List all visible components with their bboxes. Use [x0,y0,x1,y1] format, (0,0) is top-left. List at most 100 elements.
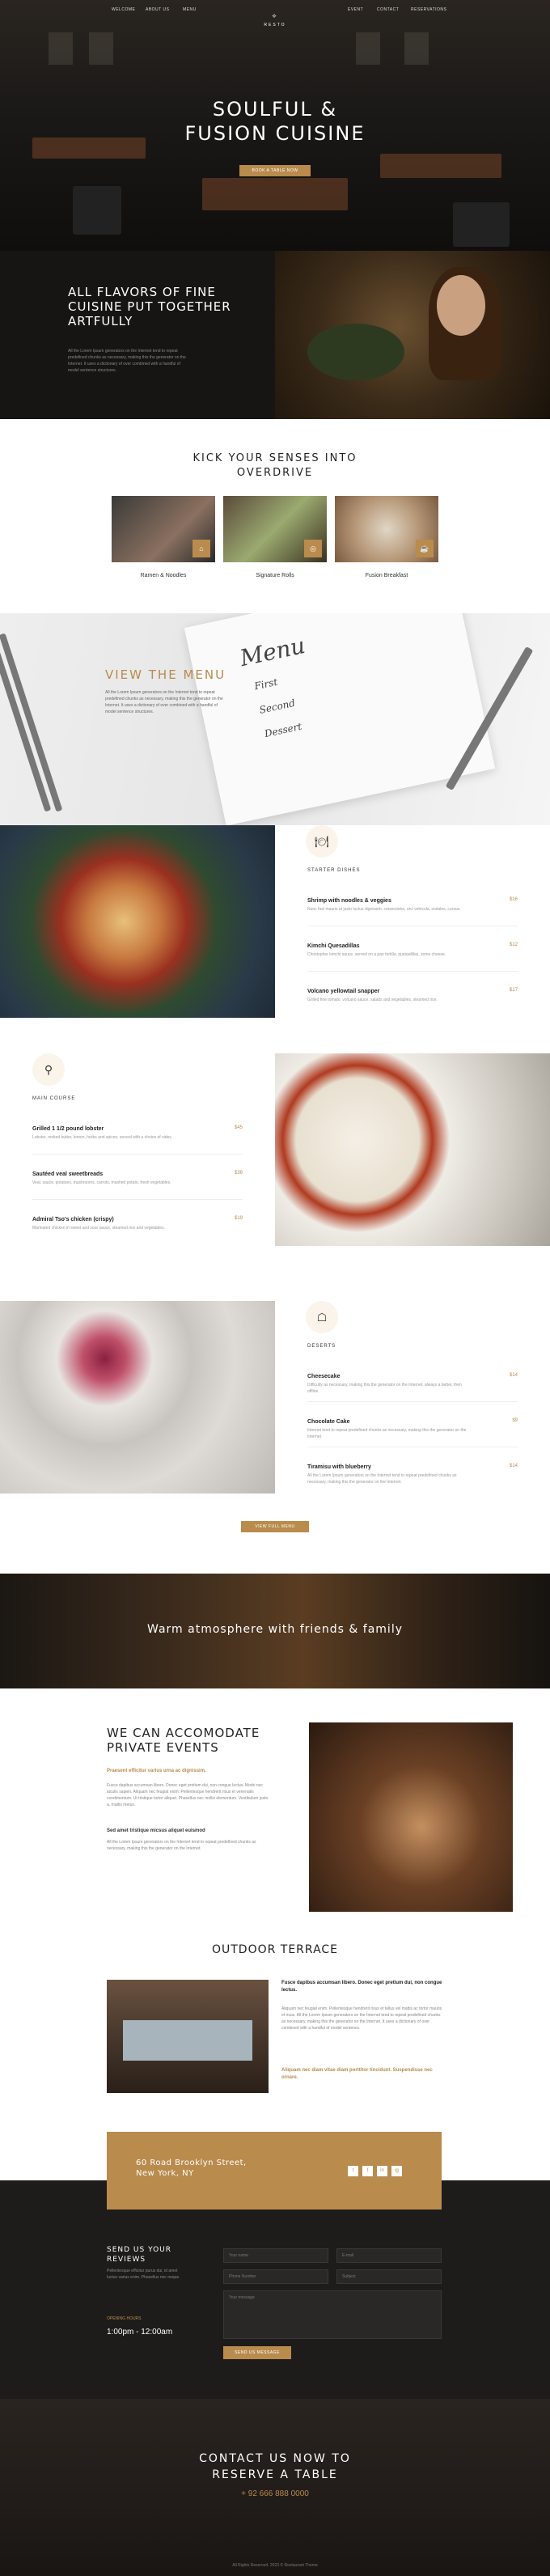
terrace-section: OUTDOOR TERRACE Fusce dapibus accumsan l… [0,1931,550,2133]
divider [307,1401,518,1402]
card-label: Signature Rolls [256,573,294,578]
item-desc: Veal, sauce, potatoes, mushrooms, carrot… [32,1180,171,1185]
hero-title: SOULFUL & FUSION CUISINE [0,97,550,146]
contact-title-line2: RESERVE A TABLE [212,2468,338,2481]
card-label: Ramen & Noodles [140,573,187,578]
events-subtitle: Praesent efficitur varius urna ac dignis… [107,1769,206,1773]
menu-script: Menu [237,631,308,672]
flavors-section: ALL FLAVORS OF FINE CUISINE PUT TOGETHER… [0,251,550,419]
opening-hours: 1:00pm - 12:00am [107,2328,173,2337]
lobster-icon: ⚲ [32,1053,65,1086]
reviews-title-line1: SEND US YOUR [107,2246,172,2254]
menu-title: VIEW THE MENU [105,667,226,682]
reviews-title-line2: REVIEWS [107,2256,146,2264]
view-full-menu-button[interactable]: VIEW FULL MENU [241,1521,309,1532]
item-desc: Internet tend to repeat predefined chunk… [307,1428,467,1439]
card-breakfast[interactable]: ☕ [335,496,438,562]
events-text2: All the Lorem Ipsum generators on the In… [107,1840,256,1851]
nav-reservations[interactable]: RESERVATIONS [411,6,446,13]
item-name: Grilled 1 1/2 pound lobster [32,1126,104,1132]
plate-shape [307,324,404,380]
main-course-image [275,1053,550,1246]
nav-contact[interactable]: CONTACT [377,6,399,13]
main-heading: MAIN COURSE [32,1096,76,1101]
address-line1: 60 Road Brooklyn Street, [136,2159,247,2167]
events-section: WE CAN ACCOMODATE PRIVATE EVENTS Praesen… [0,1688,550,1931]
main-nav: WELCOME ABOUT US MENU ⟡ RESTO EVENT CONTA… [0,6,550,28]
twitter-icon[interactable]: t [348,2166,358,2176]
card-rolls[interactable]: ◎ [223,496,327,562]
window [404,32,429,65]
nav-about[interactable]: ABOUT US [146,6,169,13]
opening-hours-label: OPENING HOURS [107,2316,142,2321]
kick-title: KICK YOUR SENSES INTO OVERDRIVE [0,451,550,481]
item-price: $12 [509,943,518,947]
phone-number[interactable]: + 92 666 888 0000 [0,2488,550,2501]
item-desc: Lobster, melted butter, lemon, herbs and… [32,1135,173,1140]
storefront-window [123,2020,252,2061]
divider [307,971,518,972]
events-title: WE CAN ACCOMODATE PRIVATE EVENTS [107,1726,260,1755]
phone-field[interactable]: Phone Number [223,2269,328,2284]
starter-section: 🍽 STARTER DISHES Shrimp with noodles & v… [0,825,550,1018]
name-field[interactable]: Your name [223,2248,328,2263]
linkedin-icon[interactable]: in [377,2166,387,2176]
item-price: $9 [512,1418,518,1423]
item-desc: Grilled fine tomato, volcano sauce, sala… [307,998,438,1002]
fork-shape [0,633,63,812]
address-line2: New York, NY [136,2169,194,2178]
subject-field[interactable]: Subject [336,2269,442,2284]
instagram-icon[interactable]: ig [391,2166,402,2176]
woman-dining-image [275,251,550,419]
item-price: $14 [509,1373,518,1378]
main-course-section: ⚲ MAIN COURSE Grilled 1 1/2 pound lobste… [0,1053,550,1246]
menu-section: Menu First Second Dessert VIEW THE MENU … [0,613,550,825]
card-label: Fusion Breakfast [365,573,408,578]
terrace-text: Aliquam nec feugiat enim. Pellentesque h… [281,2006,442,2031]
starter-heading: STARTER DISHES [307,868,361,873]
logo-text: RESTO [264,22,286,28]
terrace-title: OUTDOOR TERRACE [211,1943,339,1956]
reviews-section: SEND US YOUR REVIEWS Pellentesque efficit… [0,2180,550,2399]
item-price: $45 [234,1125,243,1130]
cake-icon: ☖ [306,1301,338,1333]
contact-title-line1: CONTACT US NOW TO [199,2452,351,2465]
nav-menu[interactable]: MENU [183,6,197,13]
events-subtitle2: Sed amet tristique micsus aliquet euismo… [107,1828,205,1833]
dining-table [202,178,348,210]
item-name: Shrimp with noodles & veggies [307,898,391,904]
address-band: 60 Road Brooklyn Street, New York, NY t f… [107,2132,442,2210]
item-desc: Difficulty as necessary, making this the… [307,1383,462,1394]
dining-table [380,154,501,178]
private-event-image [309,1722,513,1912]
reviews-title: SEND US YOUR REVIEWS [107,2245,171,2265]
item-name: Volcano yellowtail snapper [307,989,380,994]
events-text: Fusce dapibus accumsan libero. Donec ege… [107,1783,269,1807]
item-desc: Nunc fast mauris ut justo luctus digniss… [307,907,461,912]
nav-event[interactable]: EVENT [348,6,363,13]
address-text: 60 Road Brooklyn Street, New York, NY [136,2158,247,2179]
nav-welcome[interactable]: WELCOME [112,6,135,13]
footer-copyright: All Rights Reserved. 2023 © Restaurant T… [232,2563,318,2568]
kick-title-line1: KICK YOUR SENSES INTO [192,452,358,464]
send-message-button[interactable]: SEND US MESSAGE [223,2346,291,2359]
card-ramen[interactable]: ⌂ [112,496,215,562]
item-name: Cheesecake [307,1374,341,1379]
atmosphere-text: Warm atmosphere with friends & family [147,1623,403,1636]
email-field[interactable]: E-mail [336,2248,442,2263]
menu-script: Dessert [263,720,303,740]
item-name: Kimchi Quesadillas [307,943,360,949]
divider [32,1199,243,1200]
book-table-button[interactable]: BOOK A TABLE NOW [239,165,311,176]
item-name: Sautéed veal sweetbreads [32,1171,104,1177]
desserts-section: ☖ DESERTS Cheesecake $14 Difficulty as nec… [0,1301,550,1493]
hero-section: WELCOME ABOUT US MENU ⟡ RESTO EVENT CONTA… [0,0,550,251]
item-price: $36 [234,1171,243,1176]
flavors-title: ALL FLAVORS OF FINE CUISINE PUT TOGETHER… [68,285,231,328]
kick-title-line2: OVERDRIVE [236,467,314,479]
logo[interactable]: ⟡ RESTO [259,11,291,28]
message-field[interactable]: Your message [223,2290,442,2339]
facebook-icon[interactable]: f [362,2166,373,2176]
item-name: Chocolate Cake [307,1419,350,1425]
window [89,32,113,65]
